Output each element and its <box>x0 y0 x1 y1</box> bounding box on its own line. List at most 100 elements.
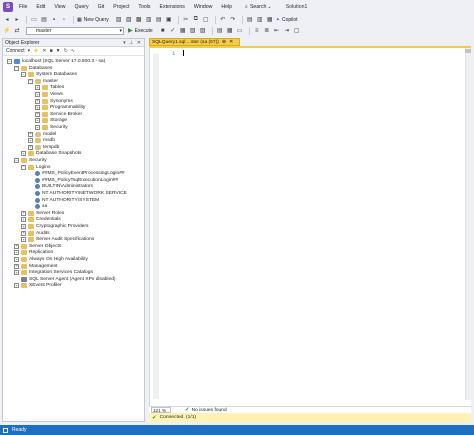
dmx-icon[interactable]: ▥ <box>145 16 153 24</box>
collapse-toggle-icon[interactable]: − <box>28 78 33 84</box>
uncomment-icon[interactable]: ≣ <box>263 27 271 35</box>
panel-pin-icon[interactable]: ▾ ⊥ ✕ <box>123 40 142 46</box>
results-text-icon[interactable]: ▤ <box>216 27 224 35</box>
expand-toggle-icon[interactable]: + <box>14 270 19 276</box>
collapse-toggle-icon[interactable]: − <box>7 59 12 64</box>
expand-toggle-icon[interactable]: + <box>28 144 33 150</box>
chevron-down-icon[interactable]: ▾ <box>28 48 31 54</box>
new-query-button[interactable]: ▦ New Query <box>77 17 109 23</box>
menu-edit[interactable]: Edit <box>36 4 45 10</box>
tree-node-label: sa <box>42 204 48 210</box>
back-icon[interactable]: ◂ <box>3 16 11 24</box>
execute-button[interactable]: ▶ Execute <box>128 27 153 35</box>
properties-icon[interactable]: ▤ <box>246 16 254 24</box>
search-box[interactable]: ⌕ Search ⌄ <box>245 4 272 11</box>
expand-toggle-icon[interactable]: + <box>14 243 19 249</box>
save-icon[interactable]: ▪ <box>50 16 58 24</box>
expand-toggle-icon[interactable]: + <box>21 230 26 236</box>
copilot-button[interactable]: ✦ Copilot <box>276 17 298 23</box>
open-file-icon[interactable]: ▤ <box>40 16 48 24</box>
dax-icon[interactable]: ▣ <box>165 16 173 24</box>
stop-icon[interactable]: ■ <box>159 27 167 35</box>
menu-query[interactable]: Query <box>74 4 88 10</box>
expand-toggle-icon[interactable]: + <box>35 105 40 111</box>
menu-help[interactable]: Help <box>221 4 232 10</box>
expand-toggle-icon[interactable]: + <box>35 92 40 97</box>
query-analysis-icon[interactable]: ▨ <box>125 16 133 24</box>
execute-label: Execute <box>134 27 153 34</box>
tree-node-label: localhost (SQL Server 17.0.800.3 - sa) <box>22 59 106 64</box>
display-plan-icon[interactable]: ▦ <box>179 27 187 35</box>
expand-toggle-icon[interactable]: + <box>14 257 19 262</box>
parse-icon[interactable]: ✓ <box>169 27 177 35</box>
menu-git[interactable]: Git <box>98 4 105 10</box>
collapse-toggle-icon[interactable]: − <box>14 65 19 71</box>
toolbox-icon[interactable]: ▦ <box>266 16 274 24</box>
menu-project[interactable]: Project <box>113 4 129 10</box>
expand-toggle-icon[interactable]: + <box>14 283 19 289</box>
menu-view[interactable]: View <box>54 4 65 10</box>
menu-extensions[interactable]: Extensions <box>160 4 185 10</box>
comment-icon[interactable]: ≡ <box>253 27 261 35</box>
expand-toggle-icon[interactable]: + <box>28 138 33 144</box>
xmla-icon[interactable]: ▤ <box>155 16 163 24</box>
query-editor[interactable]: 1 <box>149 48 471 406</box>
expand-toggle-icon[interactable]: + <box>21 237 26 243</box>
filter-icon[interactable]: ▼ <box>56 48 61 54</box>
collapse-toggle-icon[interactable]: − <box>14 158 19 163</box>
cut-icon[interactable]: ✂ <box>182 16 190 24</box>
expand-toggle-icon[interactable]: + <box>35 98 40 104</box>
collapse-toggle-icon[interactable]: − <box>21 164 26 170</box>
expand-toggle-icon[interactable]: + <box>35 125 40 130</box>
expand-toggle-icon[interactable]: + <box>28 131 33 137</box>
expand-toggle-icon[interactable]: + <box>14 250 19 256</box>
tree-node-label: Synonyms <box>50 98 73 104</box>
vertical-scrollbar[interactable] <box>465 48 471 400</box>
save-all-icon[interactable]: ▫ <box>60 16 68 24</box>
expand-toggle-icon[interactable]: + <box>14 263 19 269</box>
results-grid-icon[interactable]: ▦ <box>226 27 234 35</box>
query-icon[interactable]: ▧ <box>115 16 123 24</box>
connect-button[interactable]: Connect <box>6 48 25 54</box>
stop-icon[interactable]: ■ <box>50 48 53 54</box>
increase-indent-icon[interactable]: ⇥ <box>283 27 291 35</box>
connect-plug-icon[interactable]: ⚡ <box>33 48 39 54</box>
mdx-icon[interactable]: ▩ <box>135 16 143 24</box>
paste-icon[interactable]: ▢ <box>202 16 210 24</box>
expand-toggle-icon[interactable]: + <box>35 111 40 117</box>
connect-icon[interactable]: ⚡ <box>3 27 11 35</box>
specify-values-icon[interactable]: ▢ <box>293 27 301 35</box>
activity-monitor-icon[interactable]: ∿ <box>71 48 75 54</box>
pin-icon[interactable]: ⊕ <box>222 39 226 45</box>
new-item-icon[interactable]: ▭ <box>30 16 38 24</box>
expand-toggle-icon[interactable]: + <box>21 217 26 223</box>
refresh-icon[interactable]: ↻ <box>64 48 68 54</box>
decrease-indent-icon[interactable]: ⇤ <box>273 27 281 35</box>
collapse-toggle-icon[interactable]: − <box>21 72 26 78</box>
redo-icon[interactable]: ↷ <box>229 16 237 24</box>
change-connection-icon[interactable]: ⇄ <box>13 27 21 35</box>
expand-toggle-icon[interactable]: + <box>35 118 40 124</box>
query-options-icon[interactable]: ▧ <box>189 27 197 35</box>
intellisense-icon[interactable]: ▨ <box>199 27 207 35</box>
forward-icon[interactable]: ▸ <box>13 16 21 24</box>
copy-icon[interactable]: ⧉ <box>192 16 200 24</box>
results-file-icon[interactable]: ▭ <box>236 27 244 35</box>
expand-toggle-icon[interactable]: + <box>21 151 26 157</box>
expand-toggle-icon[interactable]: + <box>21 210 26 216</box>
expand-toggle-icon[interactable]: + <box>35 85 40 91</box>
menu-window[interactable]: Window <box>194 4 212 10</box>
undo-icon[interactable]: ↶ <box>219 16 227 24</box>
scrollbar-thumb[interactable] <box>465 49 471 53</box>
expand-toggle-icon[interactable]: + <box>21 224 26 229</box>
menu-file[interactable]: File <box>19 4 27 10</box>
close-icon[interactable]: ✕ <box>229 39 233 45</box>
disconnect-icon[interactable]: ✕ <box>42 48 46 54</box>
tree-node-label: Credentials <box>36 217 61 223</box>
tree-node[interactable]: + XEvent Profiler <box>14 282 62 289</box>
copilot-icon: ✦ <box>275 16 280 23</box>
menu-tools[interactable]: Tools <box>138 4 150 10</box>
object-explorer-icon[interactable]: ▥ <box>256 16 264 24</box>
query-tab[interactable]: SQLQuery1.sql ...ster (sa (57)) ⊕ ✕ <box>149 38 240 46</box>
database-select[interactable]: master ▾ <box>26 26 124 35</box>
